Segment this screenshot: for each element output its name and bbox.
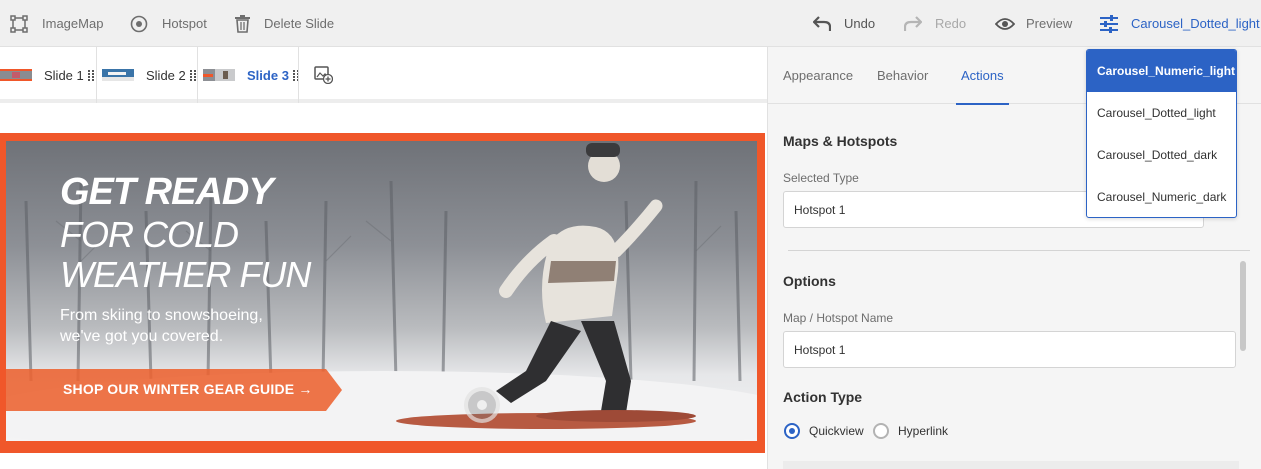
hotspot-name-input[interactable]: Hotspot 1	[783, 331, 1236, 368]
divider	[298, 47, 299, 103]
hyperlink-radio[interactable]	[873, 423, 889, 439]
banner-cta: SHOP OUR WINTER GEAR GUIDE →	[6, 369, 342, 411]
tab-actions[interactable]: Actions	[956, 47, 1009, 105]
undo-label: Undo	[844, 16, 876, 31]
hyperlink-label: Hyperlink	[898, 424, 949, 438]
slide-thumbnail	[102, 69, 134, 81]
preset-option[interactable]: Carousel_Dotted_dark	[1087, 134, 1236, 176]
hotspot-marker[interactable]	[464, 387, 500, 423]
redo-button[interactable]: Redo	[904, 0, 966, 47]
banner-image: GET READY FOR COLD WEATHER FUN From skii…	[6, 141, 757, 441]
imagemap-button[interactable]: ImageMap	[10, 0, 103, 47]
slide-tab-2[interactable]: Slide 2	[102, 47, 196, 103]
eye-icon	[995, 17, 1015, 30]
panel-footer-strip	[783, 461, 1239, 469]
selected-type-label: Selected Type	[783, 171, 859, 185]
drag-handle-icon[interactable]	[189, 69, 196, 81]
preset-option[interactable]: Carousel_Numeric_dark	[1087, 176, 1236, 217]
redo-icon	[904, 15, 922, 31]
toolbar: ImageMap Hotspot Delete Slide Undo Redo	[0, 0, 1261, 47]
slide-label: Slide 2	[146, 67, 186, 83]
banner-subheadline: FOR COLD WEATHER FUN	[60, 214, 311, 295]
divider	[197, 47, 198, 103]
slide-label: Slide 3	[247, 67, 289, 83]
drag-handle-icon[interactable]	[87, 69, 94, 81]
hotspot-icon	[130, 15, 148, 32]
undo-icon	[813, 15, 831, 31]
slides-bar: Slide 1 Slide 2 Slide 3	[0, 47, 767, 103]
preview-button[interactable]: Preview	[995, 0, 1072, 47]
delete-slide-button[interactable]: Delete Slide	[235, 0, 334, 47]
banner-cta-label: SHOP OUR WINTER GEAR GUIDE →	[63, 381, 313, 397]
slide-thumbnail	[0, 69, 32, 81]
imagemap-icon	[10, 14, 28, 33]
trash-icon	[235, 14, 250, 33]
preview-label: Preview	[1026, 16, 1073, 31]
divider	[788, 250, 1250, 251]
quickview-radio[interactable]	[784, 423, 800, 439]
preset-dropdown: Carousel_Numeric_light Carousel_Dotted_l…	[1086, 49, 1237, 218]
quickview-label: Quickview	[809, 424, 864, 438]
undo-button[interactable]: Undo	[813, 0, 875, 47]
slide-tab-1[interactable]: Slide 1	[0, 47, 94, 103]
preset-option[interactable]: Carousel_Numeric_light	[1087, 50, 1236, 92]
sliders-icon	[1100, 14, 1118, 33]
preset-label: Carousel_Dotted_light	[1131, 16, 1260, 31]
action-type-title: Action Type	[783, 389, 863, 405]
selected-type-value: Hotspot 1	[794, 202, 846, 217]
options-title: Options	[783, 273, 836, 289]
slide-tab-3[interactable]: Slide 3	[203, 47, 299, 103]
hotspot-button[interactable]: Hotspot	[130, 0, 207, 47]
divider	[96, 47, 97, 103]
delete-slide-label: Delete Slide	[264, 16, 335, 31]
tab-behavior[interactable]: Behavior	[877, 47, 928, 104]
imagemap-label: ImageMap	[42, 16, 104, 31]
preset-option[interactable]: Carousel_Dotted_light	[1087, 92, 1236, 134]
scrollbar[interactable]	[1240, 261, 1246, 351]
slide-label: Slide 1	[44, 67, 84, 83]
slide-thumbnail	[203, 69, 235, 81]
hotspot-name-label: Map / Hotspot Name	[783, 311, 894, 325]
add-slide-icon[interactable]	[314, 66, 333, 84]
hotspot-name-value: Hotspot 1	[794, 342, 846, 357]
hotspot-label: Hotspot	[162, 16, 207, 31]
slide-canvas[interactable]: GET READY FOR COLD WEATHER FUN From skii…	[0, 133, 765, 453]
maps-hotspots-title: Maps & Hotspots	[783, 133, 898, 149]
tab-appearance[interactable]: Appearance	[783, 47, 853, 104]
preset-selector[interactable]: Carousel_Dotted_light	[1099, 0, 1260, 47]
banner-subtext: From skiing to snowshoeing, we've got yo…	[60, 307, 263, 345]
redo-label: Redo	[935, 16, 967, 31]
banner-headline: GET READY	[60, 171, 274, 213]
